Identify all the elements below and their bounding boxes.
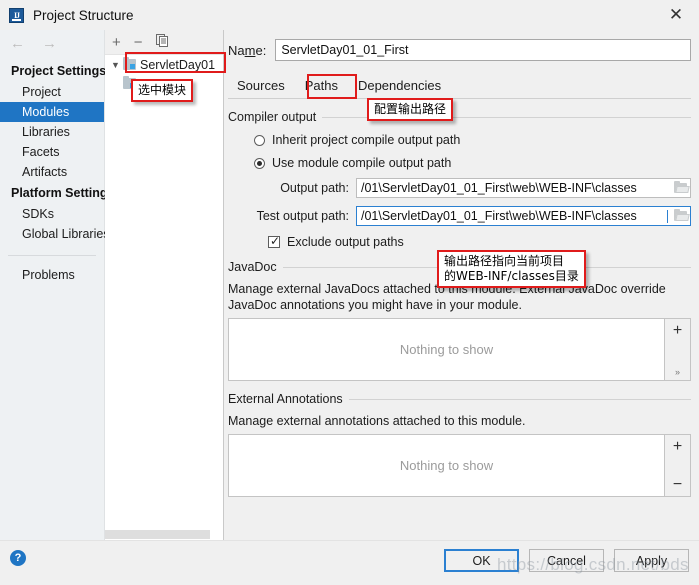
sidebar-item-modules[interactable]: Modules bbox=[0, 102, 104, 122]
note-line-2: 的WEB-INF/classes目录 bbox=[444, 269, 579, 283]
module-tree[interactable]: ▼ ServletDay01 bbox=[105, 55, 223, 529]
folder-icon[interactable] bbox=[670, 209, 690, 221]
external-annotations-description: Manage external annotations attached to … bbox=[228, 414, 526, 428]
module-name-input[interactable] bbox=[275, 39, 691, 61]
tree-node-servletday01[interactable]: ▼ ServletDay01 bbox=[105, 55, 223, 74]
module-name-row: Name: bbox=[228, 30, 691, 62]
module-name-label: Name: bbox=[228, 42, 267, 58]
close-icon[interactable]: ✕ bbox=[653, 0, 699, 30]
external-annotations-listbox: Nothing to show + − bbox=[228, 434, 691, 497]
radio-icon-selected[interactable] bbox=[254, 157, 265, 169]
tab-sources[interactable]: Sources bbox=[228, 75, 294, 98]
javadoc-empty-message[interactable]: Nothing to show bbox=[228, 318, 664, 381]
output-path-label: Output path: bbox=[280, 181, 349, 195]
sidebar-item-problems[interactable]: Problems bbox=[0, 265, 104, 285]
add-javadoc-button[interactable]: + bbox=[673, 323, 682, 339]
compiler-output-header: Compiler output bbox=[228, 110, 691, 124]
compiler-output-title: Compiler output bbox=[228, 110, 317, 124]
sidebar-divider bbox=[8, 255, 96, 256]
text-caret bbox=[667, 209, 668, 223]
chevron-down-icon[interactable]: ▼ bbox=[111, 60, 123, 70]
compiler-output-group: Compiler output Inherit project compile … bbox=[228, 110, 691, 249]
external-annotations-empty-message[interactable]: Nothing to show bbox=[228, 434, 664, 497]
test-output-path-row: Test output path: /01\ServletDay01_01_Fi… bbox=[228, 206, 691, 226]
tab-paths[interactable]: Paths bbox=[296, 75, 347, 98]
radio-label: Use module compile output path bbox=[272, 156, 452, 170]
radio-label: Inherit project compile output path bbox=[272, 133, 461, 147]
javadoc-listbox: Nothing to show + » bbox=[228, 318, 691, 381]
module-tree-toolbar: + − bbox=[105, 30, 223, 55]
scrollbar-thumb[interactable] bbox=[105, 530, 210, 539]
settings-sidebar: ← → Project Settings Project Modules Lib… bbox=[0, 30, 115, 540]
watermark: https://blog.csdn.net/bds bbox=[497, 555, 689, 574]
remove-icon[interactable]: − bbox=[134, 35, 143, 50]
sidebar-item-sdks[interactable]: SDKs bbox=[0, 204, 104, 224]
folder-icon[interactable] bbox=[670, 181, 690, 193]
sidebar-item-facets[interactable]: Facets bbox=[0, 142, 104, 162]
annotation-callout-select-module: 选中模块 bbox=[131, 79, 194, 102]
annotation-callout-output-path-note: 输出路径指向当前项目 的WEB-INF/classes目录 bbox=[437, 250, 586, 288]
javadoc-list-buttons: + » bbox=[664, 318, 691, 381]
sidebar-item-global-libraries[interactable]: Global Libraries bbox=[0, 224, 110, 244]
annotation-callout-configure-output-path: 配置输出路径 bbox=[367, 98, 454, 121]
sidebar-group-platform-settings: Platform Settings bbox=[11, 186, 115, 200]
sidebar-item-artifacts[interactable]: Artifacts bbox=[0, 162, 104, 182]
external-annotations-group: External Annotations Manage external ann… bbox=[228, 392, 691, 497]
test-output-path-field[interactable]: /01\ServletDay01_01_First\web\WEB-INF\cl… bbox=[356, 206, 691, 226]
test-output-path-label: Test output path: bbox=[256, 209, 349, 223]
sidebar-item-project[interactable]: Project bbox=[0, 82, 104, 102]
copy-icon[interactable] bbox=[155, 34, 169, 50]
module-tree-panel: + − ▼ ServletDay01 bbox=[105, 30, 224, 540]
forward-arrow-icon[interactable]: → bbox=[42, 36, 57, 51]
exclude-output-paths-label: Exclude output paths bbox=[287, 235, 404, 249]
dialog-body: ← → Project Settings Project Modules Lib… bbox=[0, 30, 699, 540]
sidebar-list: Project Settings Project Modules Librari… bbox=[0, 57, 115, 285]
help-icon[interactable]: ? bbox=[10, 550, 26, 566]
group-divider bbox=[348, 398, 691, 400]
window-title: Project Structure bbox=[33, 7, 134, 23]
module-tabs: Sources Paths Dependencies bbox=[228, 68, 691, 98]
add-annotation-button[interactable]: + bbox=[673, 439, 682, 455]
external-annotations-header: External Annotations bbox=[228, 392, 691, 406]
sidebar-item-libraries[interactable]: Libraries bbox=[0, 122, 104, 142]
idea-icon: IJ bbox=[9, 7, 24, 23]
add-icon[interactable]: + bbox=[112, 35, 121, 50]
radio-module-output-path[interactable]: Use module compile output path bbox=[254, 156, 691, 170]
external-annotations-list-buttons: + − bbox=[664, 434, 691, 497]
javadoc-title: JavaDoc bbox=[228, 260, 277, 274]
tab-underline bbox=[228, 98, 691, 99]
module-icon bbox=[123, 57, 136, 70]
external-annotations-title: External Annotations bbox=[228, 392, 343, 406]
navigation-arrows: ← → bbox=[0, 30, 104, 57]
back-arrow-icon[interactable]: ← bbox=[10, 36, 25, 51]
more-options-icon[interactable]: » bbox=[675, 368, 680, 377]
exclude-output-paths-row[interactable]: Exclude output paths bbox=[268, 234, 691, 249]
radio-inherit-output-path[interactable]: Inherit project compile output path bbox=[254, 133, 691, 147]
radio-icon[interactable] bbox=[254, 134, 265, 146]
remove-annotation-button[interactable]: − bbox=[673, 477, 682, 493]
sidebar-group-project-settings: Project Settings bbox=[11, 64, 107, 78]
output-path-value: /01\ServletDay01_01_First\web\WEB-INF\cl… bbox=[361, 181, 637, 195]
tab-dependencies[interactable]: Dependencies bbox=[349, 75, 450, 98]
tree-node-label: ServletDay01 bbox=[140, 57, 216, 72]
output-path-field[interactable]: /01\ServletDay01_01_First\web\WEB-INF\cl… bbox=[356, 178, 691, 198]
test-output-path-value: /01\ServletDay01_01_First\web\WEB-INF\cl… bbox=[361, 209, 637, 223]
exclude-output-paths-checkbox[interactable] bbox=[268, 234, 280, 248]
output-path-row: Output path: /01\ServletDay01_01_First\w… bbox=[228, 178, 691, 198]
tree-horizontal-scrollbar[interactable] bbox=[105, 529, 223, 540]
window-titlebar: IJ Project Structure ✕ bbox=[0, 0, 699, 30]
note-line-1: 输出路径指向当前项目 bbox=[444, 254, 565, 268]
